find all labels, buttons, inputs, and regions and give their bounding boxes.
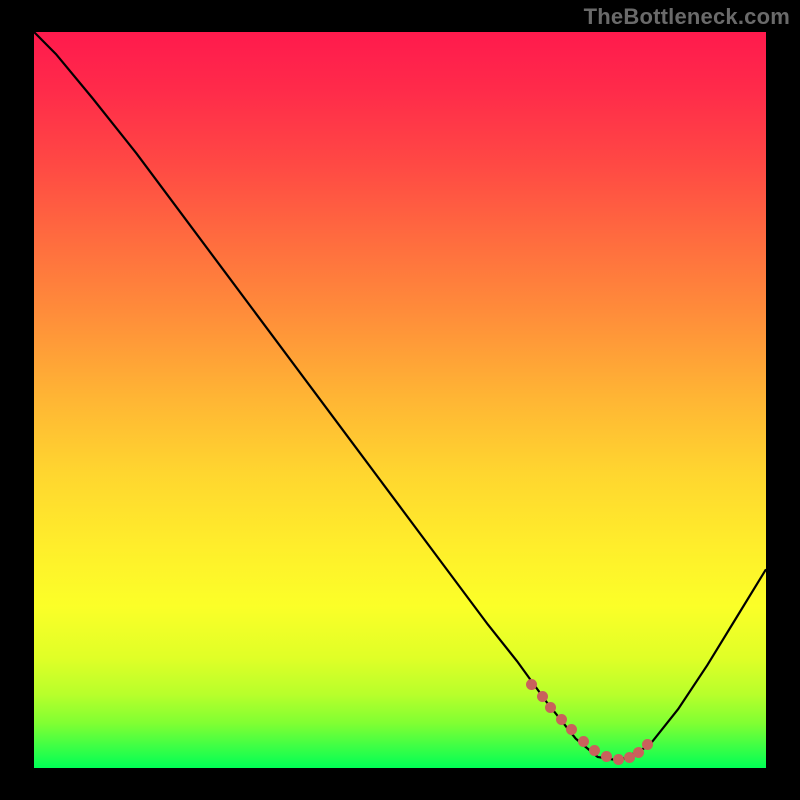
sweet-spot-dot xyxy=(601,751,612,762)
sweet-spot-dot xyxy=(545,702,556,713)
sweet-spot-dot xyxy=(633,747,644,758)
sweet-spot-dot xyxy=(578,736,589,747)
sweet-spot-dot xyxy=(556,714,567,725)
sweet-spot-dot xyxy=(537,691,548,702)
sweet-spot-dot xyxy=(589,745,600,756)
sweet-spot-dot xyxy=(642,739,653,750)
sweet-spot-dot xyxy=(613,754,624,765)
sweet-spot-dots xyxy=(34,32,766,768)
watermark-text: TheBottleneck.com xyxy=(584,4,790,30)
sweet-spot-dot xyxy=(526,679,537,690)
sweet-spot-dot xyxy=(566,724,577,735)
chart-plot-area xyxy=(34,32,766,768)
